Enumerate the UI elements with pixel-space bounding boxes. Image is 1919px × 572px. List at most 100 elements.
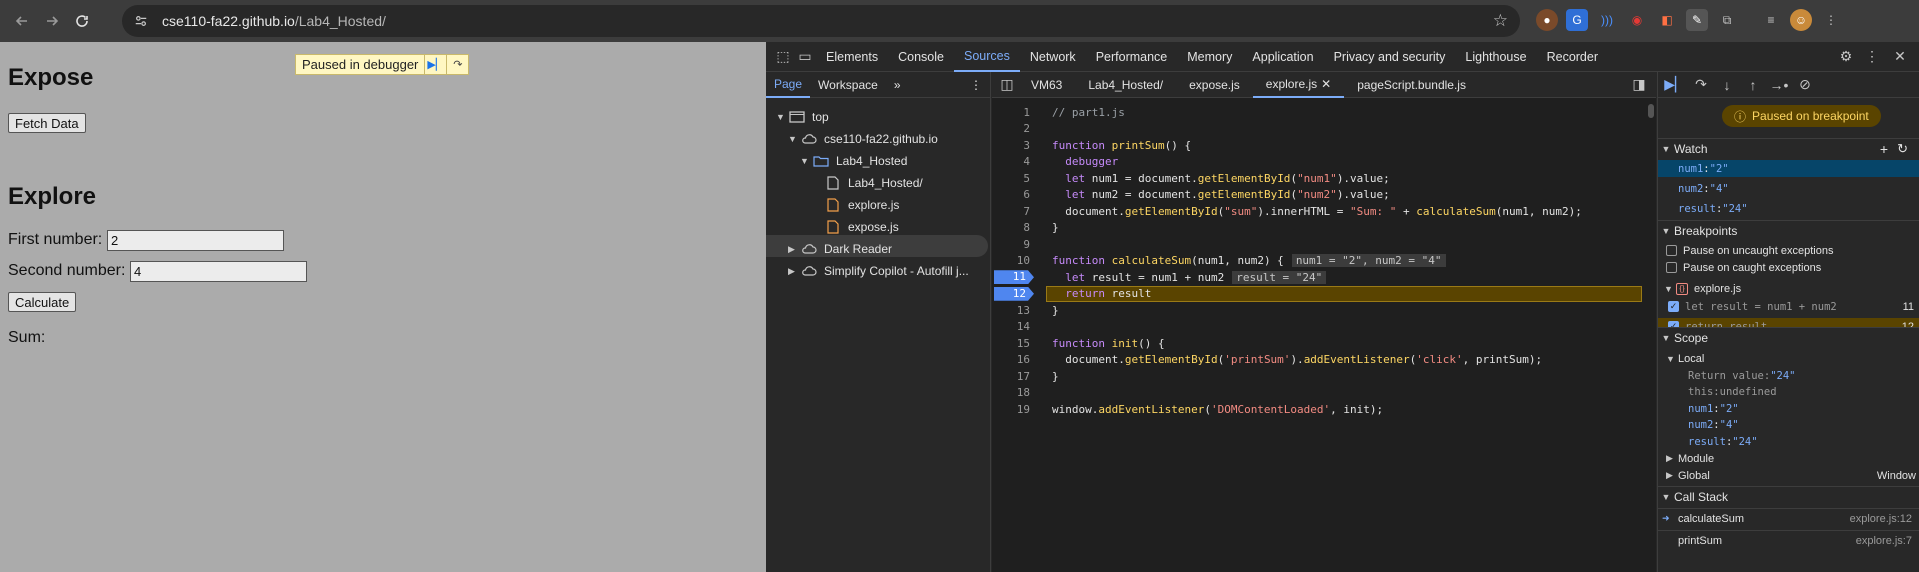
forward-arrow-icon[interactable] — [38, 7, 66, 35]
extensions-puzzle-icon[interactable]: ⧉ — [1716, 9, 1738, 31]
code-line[interactable]: 7 document.getElementById("sum").innerHT… — [992, 203, 1642, 220]
breakpoint-checkbox[interactable]: ✓ — [1668, 301, 1679, 312]
file-tab-lab4[interactable]: Lab4_Hosted/ — [1075, 72, 1176, 98]
file-tab-pagescript[interactable]: pageScript.bundle.js — [1344, 72, 1479, 98]
code-line[interactable]: 17} — [992, 368, 1642, 385]
code-line[interactable]: 19 window.addEventListener('DOMContentLoa… — [992, 401, 1642, 418]
fetch-data-button[interactable]: Fetch Data — [8, 113, 86, 133]
add-watch-icon[interactable]: + — [1880, 141, 1888, 157]
tree-item-file-expose[interactable]: expose.js — [824, 216, 899, 238]
devtools-menu-icon[interactable]: ⋮ — [1861, 46, 1883, 68]
step-over-icon[interactable]: ↷ — [446, 55, 468, 74]
breakpoints-section-header[interactable]: ▼ Breakpoints — [1658, 220, 1919, 240]
tree-item-file-index[interactable]: Lab4_Hosted/ — [824, 172, 923, 194]
line-number[interactable]: 5 — [992, 172, 1030, 185]
toggle-debugger-icon[interactable]: ◨ — [1628, 74, 1650, 96]
breakpoint-item[interactable]: ✓ let result = num1 + num2 11 — [1658, 298, 1919, 315]
line-number[interactable]: 10 — [992, 254, 1030, 267]
second-number-input[interactable]: 4 — [130, 261, 307, 282]
code-line[interactable]: 16 document.getElementById('printSum').a… — [992, 352, 1642, 369]
line-number[interactable]: 17 — [992, 370, 1030, 383]
watch-section-header[interactable]: ▼ Watch + ↻ — [1658, 138, 1919, 158]
line-number[interactable]: 3 — [992, 139, 1030, 152]
more-tabs-chevron-icon[interactable]: » — [886, 72, 909, 98]
navigator-menu-icon[interactable]: ⋮ — [962, 72, 990, 98]
code-line[interactable]: 6 let num2 = document.getElementById("nu… — [992, 187, 1642, 204]
code-line[interactable]: 11 let result = num1 + num2 result = "24" — [992, 269, 1642, 286]
code-line[interactable]: 1 // part1.js — [992, 104, 1642, 121]
breakpoint-marker[interactable]: 12 — [994, 286, 1034, 301]
devtools-tab-application[interactable]: Application — [1242, 42, 1323, 72]
scope-variable[interactable]: Return value: "24" — [1658, 367, 1919, 384]
line-number[interactable]: 2 — [992, 122, 1030, 135]
first-number-input[interactable]: 2 — [107, 230, 284, 251]
profile-avatar[interactable]: ☺ — [1790, 9, 1812, 31]
breakpoint-marker[interactable]: 11 — [994, 270, 1034, 285]
code-line[interactable]: 5 let num1 = document.getElementById("nu… — [992, 170, 1642, 187]
scope-variable[interactable]: this: undefined — [1658, 384, 1919, 401]
code-line[interactable]: 3 function printSum() { — [992, 137, 1642, 154]
devtools-tab-sources[interactable]: Sources — [953, 42, 1020, 72]
file-tab-explore[interactable]: explore.js ✕ — [1252, 72, 1345, 98]
tree-item-folder[interactable]: ▼ Lab4_Hosted — [800, 150, 907, 172]
code-line[interactable]: 18 — [992, 385, 1642, 402]
line-number[interactable]: 15 — [992, 337, 1030, 350]
extension-translate-icon[interactable]: G — [1566, 9, 1588, 31]
scope-variable[interactable]: num1: "2" — [1658, 400, 1919, 417]
toggle-navigator-icon[interactable]: ◫ — [996, 74, 1018, 96]
settings-gear-icon[interactable]: ⚙ — [1835, 46, 1857, 68]
back-arrow-icon[interactable] — [8, 7, 36, 35]
scope-variable[interactable]: result: "24" — [1658, 433, 1919, 450]
refresh-watch-icon[interactable]: ↻ — [1897, 141, 1908, 157]
watch-item[interactable]: num2: "4" — [1658, 180, 1919, 197]
device-toolbar-icon[interactable]: ▭ — [794, 46, 816, 68]
devtools-tab-network[interactable]: Network — [1020, 42, 1086, 72]
call-stack-frame[interactable]: printSum explore.js:7 — [1658, 530, 1919, 550]
close-tab-icon[interactable]: ✕ — [1321, 77, 1331, 91]
watch-item[interactable]: num1: "2" — [1658, 160, 1919, 177]
browser-menu-icon[interactable]: ⋮ — [1820, 9, 1842, 31]
tab-page[interactable]: Page — [766, 72, 811, 98]
line-number[interactable]: 6 — [992, 188, 1030, 201]
file-tab-vm63[interactable]: VM63 — [1018, 72, 1075, 98]
reload-icon[interactable] — [68, 7, 96, 35]
close-devtools-icon[interactable]: ✕ — [1889, 46, 1911, 68]
line-number[interactable]: 13 — [992, 304, 1030, 317]
tab-workspace[interactable]: Workspace — [810, 72, 886, 98]
tree-item-simplify[interactable]: ▶ Simplify Copilot - Autofill j... — [788, 260, 969, 282]
line-number[interactable]: 14 — [992, 320, 1030, 333]
step-over-icon[interactable]: ↷ — [1690, 74, 1712, 96]
step-into-icon[interactable]: ↓ — [1716, 74, 1738, 96]
code-line[interactable]: 13} — [992, 302, 1642, 319]
scope-module-row[interactable]: ▶ Module — [1658, 450, 1919, 467]
step-icon[interactable]: →• — [1768, 74, 1790, 96]
line-number[interactable]: 8 — [992, 221, 1030, 234]
editor-scrollbar[interactable] — [1648, 100, 1654, 570]
devtools-tab-performance[interactable]: Performance — [1086, 42, 1178, 72]
resume-icon[interactable]: ▶▏ — [424, 55, 446, 74]
step-out-icon[interactable]: ↑ — [1742, 74, 1764, 96]
calculate-button[interactable]: Calculate — [8, 292, 77, 312]
line-number[interactable]: 19 — [992, 403, 1030, 416]
pause-caught-row[interactable]: Pause on caught exceptions — [1658, 259, 1919, 276]
address-bar[interactable]: cse110-fa22.github.io/Lab4_Hosted/ ☆ — [122, 5, 1520, 37]
file-tab-expose[interactable]: expose.js — [1176, 72, 1253, 98]
devtools-tab-memory[interactable]: Memory — [1177, 42, 1242, 72]
line-number[interactable]: 16 — [992, 353, 1030, 366]
code-line[interactable]: 14 — [992, 319, 1642, 336]
tree-item-top[interactable]: ▼ top — [776, 106, 829, 128]
pause-caught-checkbox[interactable] — [1666, 262, 1677, 273]
scope-global-row[interactable]: ▶ Global Window — [1658, 467, 1919, 484]
code-line[interactable]: 15 function init() { — [992, 335, 1642, 352]
devtools-tab-privacy-and-security[interactable]: Privacy and security — [1324, 42, 1456, 72]
resume-icon[interactable]: ▶▏ — [1664, 74, 1686, 96]
line-number[interactable]: 18 — [992, 386, 1030, 399]
scope-variable[interactable]: num2: "4" — [1658, 417, 1919, 434]
tree-item-file-explore[interactable]: explore.js — [824, 194, 899, 216]
scope-section-header[interactable]: ▼ Scope — [1658, 327, 1919, 347]
devtools-tab-lighthouse[interactable]: Lighthouse — [1455, 42, 1536, 72]
code-line[interactable]: 12 return result — [992, 286, 1642, 303]
devtools-tab-recorder[interactable]: Recorder — [1537, 42, 1608, 72]
tree-item-dark-reader[interactable]: ▶ Dark Reader — [788, 238, 892, 260]
deactivate-breakpoints-icon[interactable]: ⊘ — [1794, 74, 1816, 96]
